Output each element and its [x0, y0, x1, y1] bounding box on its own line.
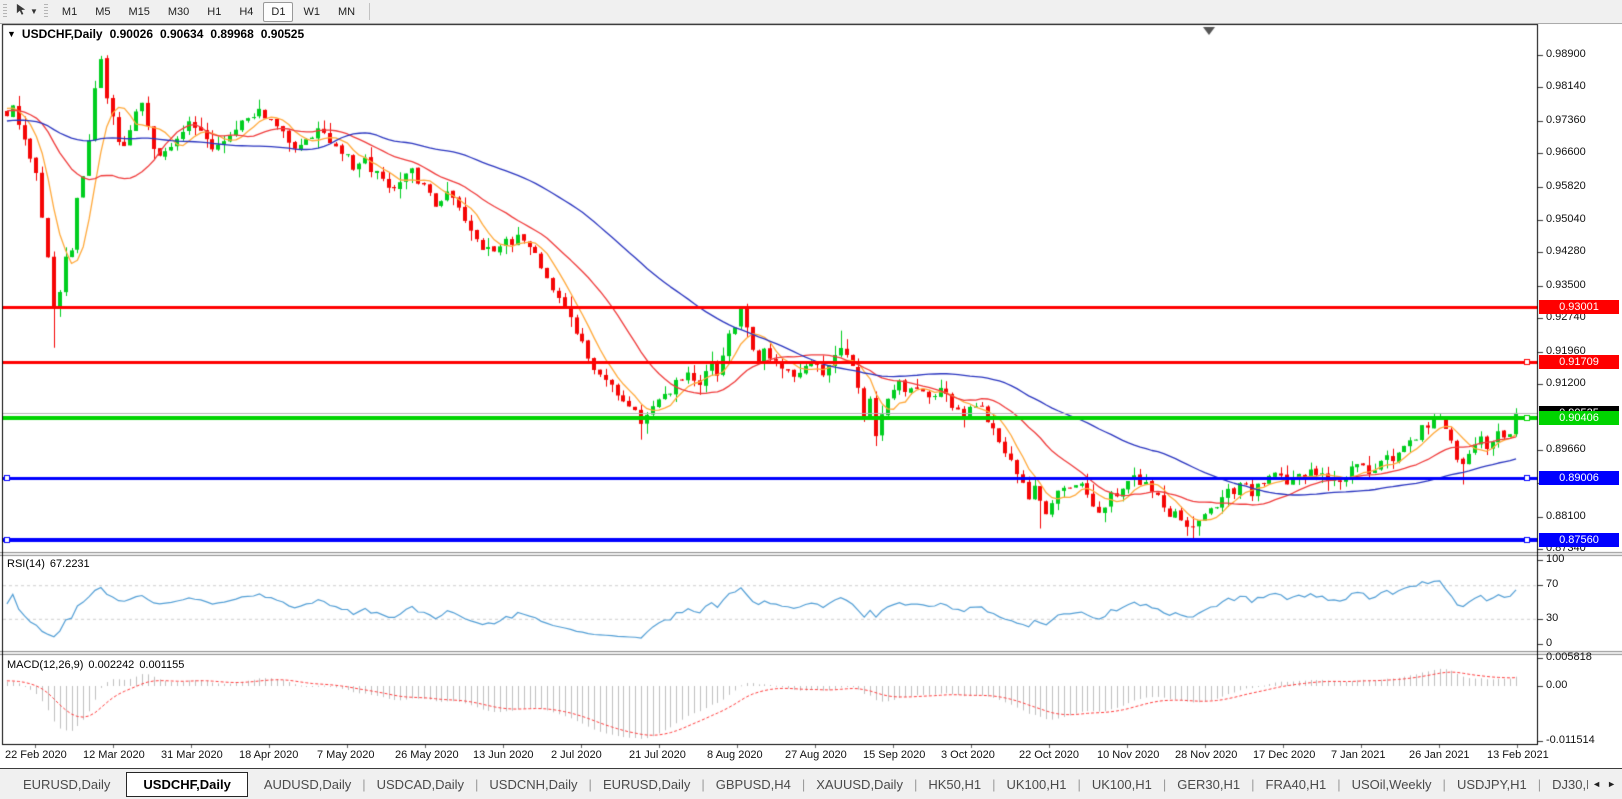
- tab-USOil-Weekly[interactable]: USOil,Weekly: [1341, 773, 1443, 796]
- cursor-tool-icon: [15, 3, 28, 21]
- timeframe-button-D1[interactable]: D1: [263, 2, 293, 22]
- price-axis-tick[interactable]: 0.88100: [1546, 510, 1586, 522]
- rsi-axis-tick[interactable]: 70: [1546, 578, 1558, 590]
- rsi-axis-tick[interactable]: 30: [1546, 612, 1558, 624]
- ohlc-close: 0.90525: [261, 27, 304, 41]
- tab-scroll-controls: ◄ ►: [1588, 769, 1620, 798]
- chart-title-caret-icon[interactable]: ▼: [7, 29, 16, 39]
- macd-axis-tick[interactable]: 0.005818: [1546, 651, 1592, 663]
- chart-title: ▼ USDCHF,Daily 0.90026 0.90634 0.89968 0…: [7, 27, 311, 41]
- date-label: 26 Jan 2021: [1409, 749, 1470, 761]
- tab-HK50-H1[interactable]: HK50,H1: [917, 773, 992, 796]
- price-axis-tick[interactable]: 0.96600: [1546, 146, 1586, 158]
- date-label: 8 Aug 2020: [707, 749, 763, 761]
- date-label: 3 Oct 2020: [941, 749, 995, 761]
- date-label: 12 Mar 2020: [83, 749, 145, 761]
- tab-FRA40-H1[interactable]: FRA40,H1: [1255, 773, 1338, 796]
- tab-USDCNH-Daily[interactable]: USDCNH,Daily: [478, 773, 588, 796]
- macd-signal-value: 0.001155: [139, 659, 184, 671]
- tab-EURUSD-Daily[interactable]: EURUSD,Daily: [12, 773, 121, 796]
- date-label: 31 Mar 2020: [161, 749, 223, 761]
- price-axis-tick[interactable]: 0.98140: [1546, 80, 1586, 92]
- date-label: 7 May 2020: [317, 749, 374, 761]
- timeframe-button-H4[interactable]: H4: [231, 2, 261, 22]
- price-axis-tick[interactable]: 0.91200: [1546, 377, 1586, 389]
- date-label: 22 Feb 2020: [5, 749, 67, 761]
- timeframe-button-M30[interactable]: M30: [160, 2, 197, 22]
- tab-USDCAD-Daily[interactable]: USDCAD,Daily: [366, 773, 475, 796]
- trading-terminal-window: ▼ M1M5M15M30H1H4D1W1MN ▼ USDCHF,Daily 0.…: [0, 0, 1622, 799]
- date-label: 17 Dec 2020: [1253, 749, 1315, 761]
- hline-price-label[interactable]: 0.91709: [1539, 355, 1619, 369]
- rsi-label: RSI(14) 67.2231: [7, 558, 95, 570]
- tab-GER30-H1[interactable]: GER30,H1: [1166, 773, 1251, 796]
- cursor-tool-button[interactable]: ▼: [12, 2, 41, 22]
- toolbar-separator: [369, 3, 370, 20]
- dropdown-caret-icon[interactable]: ▼: [30, 7, 38, 16]
- date-label: 28 Nov 2020: [1175, 749, 1237, 761]
- price-axis-tick[interactable]: 0.98900: [1546, 48, 1586, 60]
- ohlc-low: 0.89968: [210, 27, 253, 41]
- macd-axis-tick[interactable]: -0.011514: [1546, 734, 1595, 746]
- toolbar-grip[interactable]: [3, 4, 7, 19]
- timeframe-button-W1[interactable]: W1: [295, 2, 328, 22]
- tab-scroll-right-icon[interactable]: ►: [1607, 779, 1616, 789]
- rsi-axis-tick[interactable]: 100: [1546, 553, 1564, 565]
- chart-canvas[interactable]: [0, 0, 1622, 768]
- price-axis-tick[interactable]: 0.95820: [1546, 180, 1586, 192]
- timeframe-button-M15[interactable]: M15: [120, 2, 157, 22]
- hline-price-label[interactable]: 0.89006: [1539, 471, 1619, 485]
- tab-XAUUSD-Daily[interactable]: XAUUSD,Daily: [805, 773, 914, 796]
- price-axis-tick[interactable]: 0.89660: [1546, 443, 1586, 455]
- date-label: 2 Jul 2020: [551, 749, 602, 761]
- tab-AUDUSD-Daily[interactable]: AUDUSD,Daily: [253, 773, 362, 796]
- date-label: 13 Feb 2021: [1487, 749, 1549, 761]
- hline-price-label[interactable]: 0.90406: [1539, 411, 1619, 425]
- timeframe-button-H1[interactable]: H1: [199, 2, 229, 22]
- date-label: 7 Jan 2021: [1331, 749, 1385, 761]
- timeframe-toolbar: ▼ M1M5M15M30H1H4D1W1MN: [0, 0, 1622, 24]
- date-label: 26 May 2020: [395, 749, 459, 761]
- timeframe-button-MN[interactable]: MN: [330, 2, 363, 22]
- date-label: 21 Jul 2020: [629, 749, 686, 761]
- timeframe-button-M5[interactable]: M5: [87, 2, 118, 22]
- macd-label: MACD(12,26,9) 0.002242 0.001155: [7, 659, 189, 671]
- tab-scroll-left-icon[interactable]: ◄: [1592, 779, 1601, 789]
- hline-price-label[interactable]: 0.93001: [1539, 300, 1619, 314]
- macd-value: 0.002242: [88, 659, 134, 671]
- date-label: 22 Oct 2020: [1019, 749, 1079, 761]
- price-axis-tick[interactable]: 0.97360: [1546, 114, 1586, 126]
- chart-symbol-period: USDCHF,Daily: [22, 27, 103, 41]
- macd-axis-tick[interactable]: 0.00: [1546, 679, 1567, 691]
- timeframe-group: M1M5M15M30H1H4D1W1MN: [53, 2, 364, 22]
- price-axis-tick[interactable]: 0.93500: [1546, 279, 1586, 291]
- macd-name: MACD(12,26,9): [7, 659, 83, 671]
- tab-USDJPY-H1[interactable]: USDJPY,H1: [1446, 773, 1538, 796]
- date-label: 10 Nov 2020: [1097, 749, 1159, 761]
- rsi-name: RSI(14): [7, 558, 45, 570]
- tab-UK100-H1[interactable]: UK100,H1: [995, 773, 1077, 796]
- ohlc-open: 0.90026: [110, 27, 153, 41]
- price-axis-tick[interactable]: 0.94280: [1546, 245, 1586, 257]
- symbol-tabbar: EURUSD,DailyUSDCHF,DailyAUDUSD,Daily|USD…: [0, 768, 1622, 799]
- toolbar-grip[interactable]: [44, 4, 48, 19]
- tab-USDCHF-Daily[interactable]: USDCHF,Daily: [126, 772, 247, 797]
- rsi-value: 67.2231: [50, 558, 90, 570]
- price-axis-tick[interactable]: 0.95040: [1546, 213, 1586, 225]
- date-label: 13 Jun 2020: [473, 749, 534, 761]
- hline-price-label[interactable]: 0.87560: [1539, 533, 1619, 547]
- date-label: 18 Apr 2020: [239, 749, 298, 761]
- timeframe-button-M1[interactable]: M1: [54, 2, 85, 22]
- ohlc-high: 0.90634: [160, 27, 203, 41]
- rsi-axis-tick[interactable]: 0: [1546, 637, 1552, 649]
- tab-GBPUSD-H4[interactable]: GBPUSD,H4: [705, 773, 802, 796]
- tab-EURUSD-Daily[interactable]: EURUSD,Daily: [592, 773, 701, 796]
- date-label: 15 Sep 2020: [863, 749, 925, 761]
- tab-UK100-H1[interactable]: UK100,H1: [1081, 773, 1163, 796]
- date-label: 27 Aug 2020: [785, 749, 847, 761]
